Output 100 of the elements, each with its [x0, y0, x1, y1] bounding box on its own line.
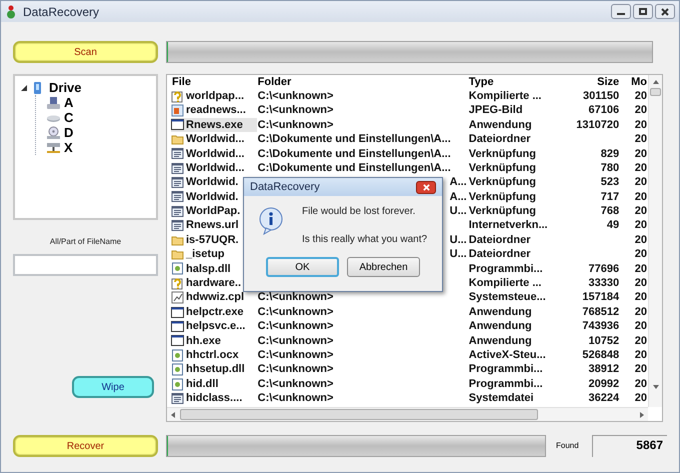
table-cell-text: 20: [634, 319, 648, 334]
file-name[interactable]: hardware..: [171, 276, 257, 290]
app-icon: [5, 4, 17, 18]
table-cell-text: 20: [634, 232, 648, 248]
dialog-button[interactable]: OK: [266, 257, 339, 277]
file-name[interactable]: hid.dll: [171, 376, 257, 392]
document-icon: [171, 147, 184, 160]
tree-item[interactable]: Drive: [49, 81, 82, 94]
file-name[interactable]: helpctr.exe: [171, 304, 257, 320]
table-cell-text: Programmbi...: [468, 362, 543, 378]
file-name[interactable]: Worldwid...: [171, 132, 257, 147]
table-cell-text: C:\<unknown>: [258, 391, 334, 406]
help-file-icon: [171, 90, 184, 103]
scan-button[interactable]: Scan: [13, 41, 158, 63]
table-cell-text: 301150: [583, 88, 620, 104]
file-name[interactable]: Rnews.url: [171, 218, 257, 233]
table-cell-text: C:\<unknown>: [258, 304, 334, 320]
tree-item[interactable]: A: [64, 96, 74, 109]
table-cell-text: Anwendung: [468, 334, 532, 349]
dialog-message: File would be lost forever.: [302, 205, 416, 219]
table-cell-text: A...: [450, 190, 467, 205]
scroll-thumb[interactable]: [650, 88, 661, 96]
document-icon: [171, 162, 184, 175]
scroll-left-icon[interactable]: [169, 410, 177, 418]
scroll-up-icon[interactable]: [652, 78, 660, 86]
table-cell-text: C:\Dokumente und Einstellungen\A...: [258, 132, 451, 148]
file-name[interactable]: readnews...: [171, 103, 257, 118]
dialog-close-button[interactable]: [416, 180, 436, 194]
wipe-button[interactable]: Wipe: [72, 376, 154, 398]
file-name[interactable]: halsp.dll: [171, 262, 257, 276]
table-cell-text: A...: [450, 175, 467, 190]
folder-icon: [171, 132, 184, 146]
table-cell-text: C:\<unknown>: [258, 290, 334, 306]
floppy-drive-icon: [46, 96, 61, 110]
file-name[interactable]: is-57UQR.: [171, 232, 257, 248]
table-cell-text: U...: [450, 204, 467, 220]
file-name[interactable]: worldpap...: [171, 89, 257, 104]
file-name[interactable]: hhsetup.dll: [171, 362, 257, 377]
table-cell-text: Kompilierte ...: [468, 88, 542, 104]
table-cell-text: 20: [634, 348, 648, 363]
horizontal-scrollbar[interactable]: [167, 407, 648, 421]
table-cell-text: C:\<unknown>: [258, 348, 334, 363]
table-cell-text: 20: [634, 247, 648, 262]
collapse-arrow-icon[interactable]: [19, 84, 28, 90]
table-cell-text: C:\<unknown>: [258, 334, 334, 349]
table-cell-text: 20: [634, 262, 648, 277]
table-cell-text: ActiveX-Steu...: [468, 348, 546, 363]
table-cell-text: 20992: [588, 376, 620, 392]
table-cell-text: 20: [634, 175, 648, 190]
scroll-down-icon[interactable]: [652, 383, 660, 391]
document-icon: [171, 219, 184, 232]
table-cell-text: 1310720: [576, 118, 620, 133]
dialog-button[interactable]: Abbrechen: [347, 257, 420, 277]
table-cell-text: 77696: [588, 262, 620, 277]
file-name[interactable]: WorldPap.: [171, 204, 257, 219]
table-cell-text: C:\Dokumente und Einstellungen\A...: [258, 160, 451, 176]
table-cell-text: Systemsteue...: [468, 290, 546, 306]
table-cell-text: Anwendung: [468, 118, 532, 133]
dialog-title: DataRecovery: [250, 180, 320, 195]
table-cell-text: Verknüpfung: [468, 190, 536, 205]
column-header[interactable]: Size: [555, 75, 620, 90]
table-cell-text: C:\<unknown>: [258, 376, 334, 392]
table-cell-text: 36224: [588, 391, 620, 406]
minimize-button[interactable]: [611, 4, 631, 19]
table-cell-text: 768: [600, 204, 620, 220]
file-name[interactable]: hdwwiz.cpl: [171, 290, 257, 305]
column-header[interactable]: Mo: [620, 75, 648, 90]
file-name[interactable]: helpsvc.e...: [171, 319, 257, 334]
file-name[interactable]: Worldwid...: [171, 160, 257, 176]
scroll-thumb[interactable]: [180, 409, 538, 420]
tree-item[interactable]: X: [64, 141, 73, 154]
vertical-scrollbar[interactable]: [648, 75, 662, 407]
table-cell-text: 49: [606, 218, 620, 234]
close-icon: [422, 184, 430, 190]
file-name[interactable]: hh.exe: [171, 334, 257, 348]
table-cell-text: Programmbi...: [468, 262, 543, 277]
file-name[interactable]: _isetup: [171, 247, 257, 262]
table-cell-text: 20: [634, 118, 648, 133]
file-name[interactable]: Rnews.exe: [171, 118, 257, 132]
file-name[interactable]: Worldwid...: [171, 146, 257, 161]
table-cell-text: 10752: [588, 334, 620, 349]
maximize-button[interactable]: [633, 4, 653, 19]
window-icon: [171, 118, 184, 132]
window-icon: [171, 306, 184, 319]
file-name[interactable]: hidclass....: [171, 391, 257, 406]
tree-item[interactable]: D: [64, 126, 74, 139]
filename-label: All/Part of FileName: [48, 236, 122, 248]
column-header[interactable]: Folder: [256, 75, 468, 90]
tree-item[interactable]: C: [64, 111, 74, 124]
table-cell-text: C:\<unknown>: [258, 88, 334, 104]
close-button[interactable]: [655, 4, 675, 19]
column-header[interactable]: Type: [468, 75, 556, 90]
column-header[interactable]: File: [171, 75, 257, 90]
filename-field[interactable]: [13, 254, 158, 276]
recover-button[interactable]: Recover: [13, 435, 158, 457]
close-icon: [661, 8, 669, 16]
file-name[interactable]: hhctrl.ocx: [171, 348, 257, 362]
found-label: Found: [556, 440, 580, 452]
scroll-right-icon[interactable]: [638, 410, 646, 418]
table-cell-text: 20: [634, 103, 648, 118]
